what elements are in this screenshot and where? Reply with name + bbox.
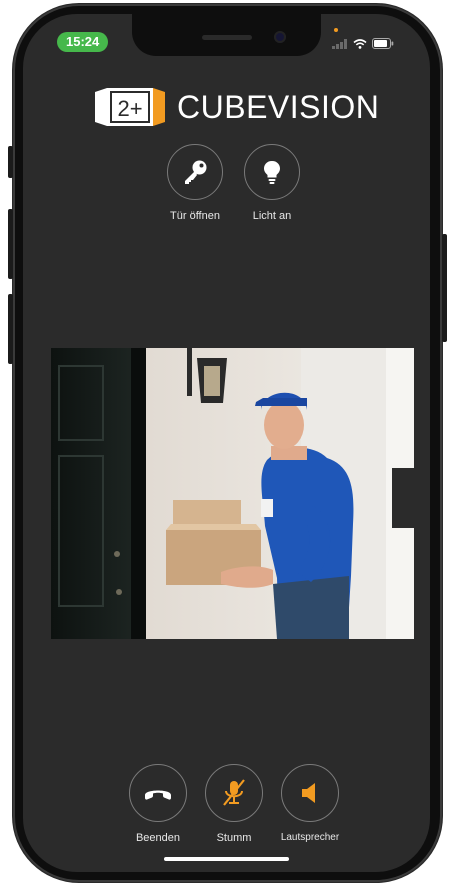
battery-icon (372, 36, 394, 54)
lightbulb-icon (264, 161, 280, 184)
earpiece (202, 35, 252, 40)
light-on-button[interactable] (244, 144, 300, 200)
mute-button[interactable] (205, 764, 263, 822)
mic-muted-icon (223, 779, 245, 806)
power-button (442, 234, 447, 342)
privacy-indicator (334, 28, 338, 32)
speaker-button[interactable] (281, 764, 339, 822)
notch (132, 14, 321, 56)
speaker-icon (302, 783, 315, 803)
doorbell-camera-image (51, 348, 414, 639)
brand-name: CUBEVISION (177, 88, 380, 125)
status-time: 15:24 (57, 32, 109, 52)
door-open-button[interactable] (167, 144, 223, 200)
signal-icon (332, 36, 348, 54)
light-on-control[interactable]: Licht an (227, 144, 317, 222)
app-screen: 15:24 2+ CUBEVISION Tür öffnen Licht an … (23, 14, 430, 872)
light-on-label: Licht an (252, 210, 292, 222)
volume-up-button (8, 209, 13, 279)
wifi-icon (353, 36, 367, 54)
speaker-control[interactable]: Lautsprecher (265, 764, 355, 843)
key-icon (185, 160, 207, 184)
speaker-label: Lautsprecher (280, 832, 340, 843)
cube-logo-icon: 2+ (95, 88, 165, 126)
video-feed (51, 348, 414, 639)
end-call-button[interactable] (129, 764, 187, 822)
home-indicator[interactable] (164, 857, 289, 861)
front-camera (274, 31, 286, 43)
silent-switch (8, 146, 13, 178)
status-icons (332, 36, 394, 54)
volume-down-button (8, 294, 13, 364)
logo-badge: 2+ (117, 96, 142, 121)
hang-up-icon (145, 790, 171, 800)
brand-logo: 2+ CUBEVISION (93, 86, 379, 128)
